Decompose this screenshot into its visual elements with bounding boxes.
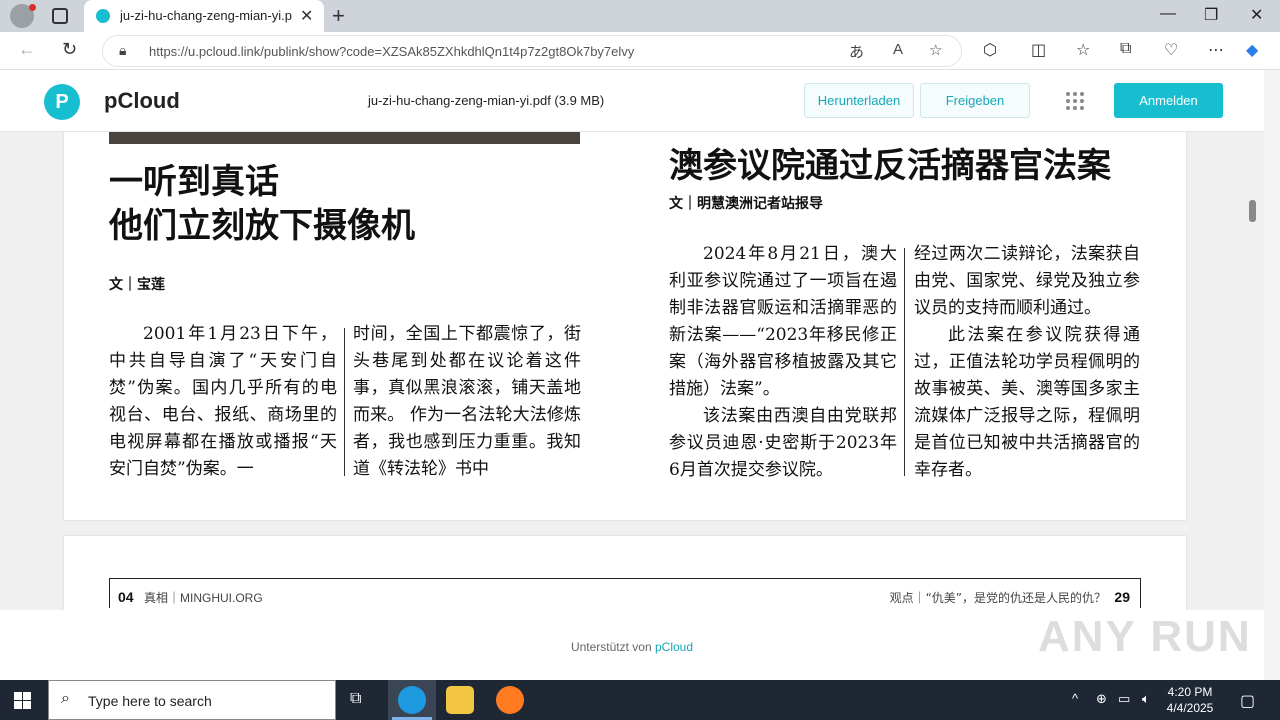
supported-prefix: Unterstützt von <box>570 640 655 654</box>
login-button[interactable]: Anmelden <box>1114 83 1223 118</box>
right-byline: 文｜明慧澳洲记者站报导 <box>669 196 823 212</box>
taskbar-clock[interactable]: 4:20 PM 4/4/2025 <box>1160 684 1220 716</box>
back-icon[interactable]: ← <box>18 39 36 60</box>
right-footer-text: 观点｜“仇美”，是党的仇还是人民的仇？ <box>889 591 1106 605</box>
left-footer-source: 真相｜MINGHUI.ORG <box>144 591 263 605</box>
favorites-icon[interactable]: ☆ <box>1076 40 1090 60</box>
file-explorer-icon[interactable] <box>446 686 474 714</box>
pdf-page-next: 04 真相｜MINGHUI.ORG 观点｜“仇美”，是党的仇还是人民的仇？ 29 <box>64 536 1186 610</box>
minimize-icon[interactable]: — <box>1160 5 1176 23</box>
close-window-icon[interactable]: ✕ <box>1250 5 1263 25</box>
left-col-2-text: 时间，全国上下都震惊了，街头巷尾到处都在议论着这件事，真似黑浪滚滚，铺天盖地而来… <box>353 324 581 479</box>
browser-toolbar: ← ↻ 🔒︎ https://u.pcloud.link/publink/sho… <box>0 32 1280 70</box>
address-bar[interactable]: 🔒︎ https://u.pcloud.link/publink/show?co… <box>102 35 962 67</box>
column-divider <box>904 248 905 476</box>
apps-grid-icon[interactable] <box>1066 92 1084 110</box>
security-tray-icon[interactable]: ⊕ <box>1096 691 1107 707</box>
translate-icon[interactable]: あ <box>849 41 864 62</box>
pdf-viewer[interactable]: 一听到真话 他们立刻放下摄像机 文｜宝莲 2001年1月23日下午，中共自导自演… <box>0 132 1264 610</box>
page-scrollbar[interactable] <box>1264 70 1280 680</box>
restore-icon[interactable]: ❐ <box>1204 5 1218 25</box>
collections-icon[interactable]: ⧉ <box>1120 40 1131 58</box>
volume-icon[interactable]: 🔈︎ <box>1142 691 1150 707</box>
split-screen-icon[interactable]: ◫ <box>1031 40 1046 60</box>
browser-essentials-icon[interactable]: ♡ <box>1164 40 1178 60</box>
left-col-1: 2001年1月23日下午，中共自导自演了“天安门自焚”伪案。国内几乎所有的电视台… <box>109 321 337 483</box>
pdf-page-spread: 一听到真话 他们立刻放下摄像机 文｜宝莲 2001年1月23日下午，中共自导自演… <box>64 132 1186 520</box>
browser-titlebar: ju-zi-hu-chang-zeng-mian-yi.pdf ✕ + — ❐ … <box>0 0 1280 32</box>
network-icon[interactable]: ▭ <box>1118 691 1130 707</box>
settings-more-icon[interactable]: ⋯ <box>1208 40 1224 60</box>
read-aloud-icon[interactable]: A <box>893 41 903 58</box>
search-icon: ⌕ <box>61 690 70 707</box>
right-col-1: 2024年8月21日，澳大利亚参议院通过了一项旨在遏制非法器官贩运和活摘罪恶的新… <box>669 241 897 484</box>
left-byline: 文｜宝莲 <box>109 277 165 293</box>
copilot-icon[interactable]: ◆ <box>1246 40 1258 60</box>
left-page-number: 04 <box>118 589 134 605</box>
download-button[interactable]: Herunterladen <box>804 83 914 118</box>
edge-icon[interactable] <box>398 686 426 714</box>
left-title-line1: 一听到真话 <box>109 162 279 202</box>
tray-chevron-icon[interactable]: ^ <box>1072 691 1078 706</box>
right-col-1-p1: 2024年8月21日，澳大利亚参议院通过了一项旨在遏制非法器官贩运和活摘罪恶的新… <box>669 244 897 399</box>
file-name: ju-zi-hu-chang-zeng-mian-yi.pdf (3.9 MB) <box>368 93 605 108</box>
left-col-1-text: 2001年1月23日下午，中共自导自演了“天安门自焚”伪案。国内几乎所有的电视台… <box>109 324 337 479</box>
taskbar-search-box[interactable]: ⌕ Type here to search <box>48 680 336 720</box>
right-page-number: 29 <box>1114 589 1130 605</box>
left-col-2: 时间，全国上下都震惊了，街头巷尾到处都在议论着这件事，真似黑浪滚滚，铺天盖地而来… <box>353 321 581 483</box>
tab-close-icon[interactable]: ✕ <box>300 6 313 26</box>
right-col-2-p1: 经过两次二读辩论，法案获自由党、国家党、绿党及独立参议员的支持而顺利通过。 <box>914 244 1140 318</box>
windows-taskbar: ⌕ Type here to search ⧉ ^ ⊕ ▭ 🔈︎ 4:20 PM… <box>0 680 1280 720</box>
supported-brand-link[interactable]: pCloud <box>655 640 693 654</box>
refresh-icon[interactable]: ↻ <box>62 39 77 60</box>
share-button[interactable]: Freigeben <box>920 83 1030 118</box>
lock-icon[interactable]: 🔒︎ <box>119 42 131 58</box>
right-col-2: 经过两次二读辩论，法案获自由党、国家党、绿党及独立参议员的支持而顺利通过。 此法… <box>914 241 1140 484</box>
column-divider <box>344 328 345 476</box>
favorite-star-icon[interactable]: ☆ <box>929 41 942 59</box>
article-photo <box>109 132 580 144</box>
start-windows-icon[interactable] <box>14 692 31 709</box>
search-placeholder: Type here to search <box>88 693 212 709</box>
tab-title: ju-zi-hu-chang-zeng-mian-yi.pdf <box>120 8 292 23</box>
page-footer: 04 真相｜MINGHUI.ORG 观点｜“仇美”，是党的仇还是人民的仇？ 29 <box>109 578 1141 608</box>
firefox-icon[interactable] <box>496 686 524 714</box>
extensions-icon[interactable]: ⬡ <box>983 40 997 60</box>
notifications-icon[interactable]: ▢ <box>1240 691 1255 711</box>
right-col-2-p2: 此法案在参议院获得通过，正值法轮功学员程佩明的故事被英、美、澳等国多家主流媒体广… <box>914 325 1140 480</box>
pcloud-header: P pCloud ju-zi-hu-chang-zeng-mian-yi.pdf… <box>0 70 1264 132</box>
profile-notification-dot <box>29 4 36 11</box>
left-title-line2: 他们立刻放下摄像机 <box>109 206 415 246</box>
url-text[interactable]: https://u.pcloud.link/publink/show?code=… <box>149 44 634 59</box>
browser-tab-active[interactable]: ju-zi-hu-chang-zeng-mian-yi.pdf ✕ <box>84 0 324 32</box>
right-article-title: 澳参议院通过反活摘器官法案 <box>669 146 1111 186</box>
new-tab-icon[interactable]: + <box>332 3 345 29</box>
left-article-title: 一听到真话 他们立刻放下摄像机 <box>109 160 415 248</box>
tab-actions-icon[interactable] <box>52 8 68 24</box>
clock-time: 4:20 PM <box>1167 685 1213 699</box>
pcloud-logo-text[interactable]: pCloud <box>104 88 180 114</box>
pcloud-favicon-icon <box>96 9 110 23</box>
pdf-scrollbar-thumb[interactable] <box>1249 200 1256 222</box>
right-col-1-p2: 该法案由西澳自由党联邦参议员迪恩·史密斯于2023年6月首次提交参议院。 <box>669 406 897 480</box>
pcloud-logo-icon[interactable]: P <box>44 84 80 120</box>
clock-date: 4/4/2025 <box>1166 701 1214 715</box>
anyrun-watermark: ANY RUN <box>1038 612 1252 661</box>
task-view-icon[interactable]: ⧉ <box>350 690 361 708</box>
